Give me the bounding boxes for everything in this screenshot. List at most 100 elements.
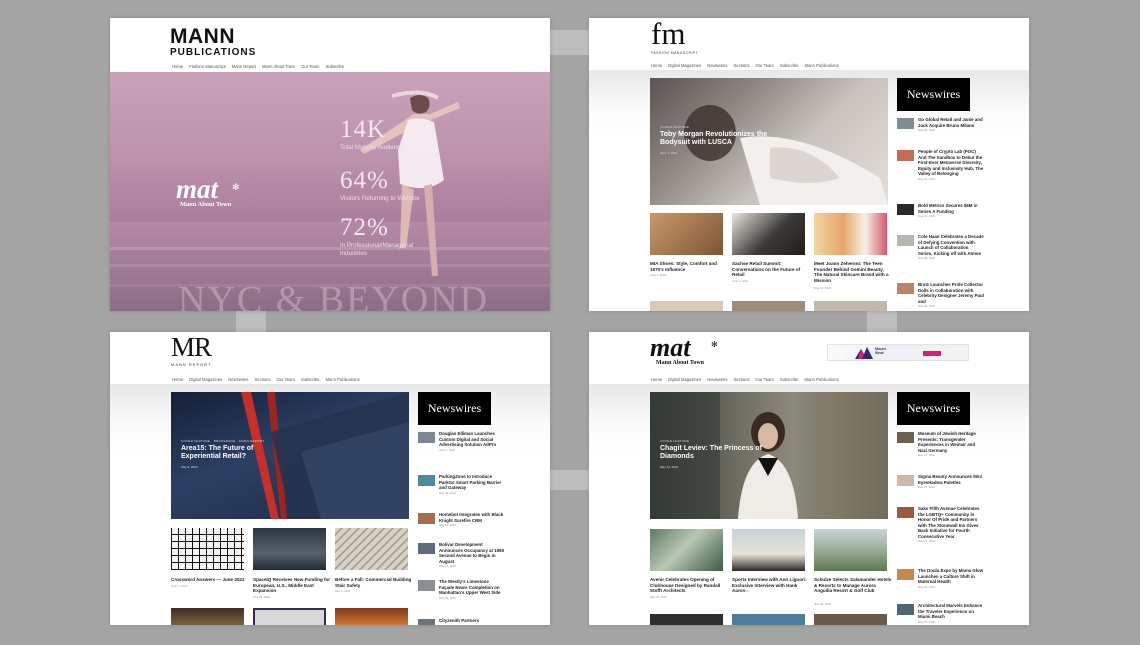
newswire-item[interactable]: Sigma Beauty Announces Mini EyesHadow Pa… [897,474,987,489]
main-nav: Home Digital Magazines Newswires Section… [651,377,839,382]
nav-sections[interactable]: Sections [733,63,749,68]
flower-icon: ✻ [711,340,718,349]
newswire-item[interactable]: Douglas Elliman Launches Custom Digital … [418,431,508,452]
nav-digital-magazines[interactable]: Digital Magazines [668,377,701,382]
article-card-title[interactable]: Crossword Answers — June 2022 [171,577,249,583]
newswire-item[interactable]: Saks Fifth Avenue Celebrates the LGBTQ+ … [897,506,987,543]
newswire-item[interactable]: Bolivar Development Announces Occupancy … [418,542,508,568]
newswire-item[interactable]: Cityzenith Partners [418,618,508,625]
nav-our-team[interactable]: Our Team [277,377,295,382]
newswire-thumbnail [897,283,914,294]
nav-fashion-manuscript[interactable]: Fashion Manuscript [189,64,226,69]
newswire-item[interactable]: Go Global Retail and Janie and Jack Acqu… [897,117,987,132]
newswire-thumbnail [897,150,914,161]
nav-newswires[interactable]: Newswires [707,377,727,382]
newswires-heading: Newswires [418,392,491,425]
nav-home[interactable]: Home [651,377,662,382]
mat-tagline: Mann About Town [656,360,705,366]
page-content: COVER FEATURE · BROKERAGE · MANN REPORT … [110,384,550,625]
fm-logo[interactable]: fm [651,18,685,49]
mann-report-panel: MR MANN REPORT Home Digital Magazines Ne… [110,332,550,625]
nav-mann-publications[interactable]: Mann Publications [804,377,838,382]
nav-newswires[interactable]: Newswires [228,377,248,382]
newswire-item[interactable]: Bold Metrics Secures $6M in Series A Fun… [897,203,987,218]
nav-mann-publications[interactable]: Mann Publications [804,63,838,68]
site-header: mat ✻ Mann About Town Mount Sinai Home D… [589,332,1029,384]
article-card-image[interactable] [732,213,805,255]
article-card-title[interactable]: MIA Shoes: Style, Comfort and 1970's Inf… [650,261,728,272]
mat-logo[interactable]: mat [650,335,690,361]
mr-logo-subtitle: MANN REPORT [171,362,212,367]
site-header: MANN PUBLICATIONS Home Fashion Manuscrip… [110,18,550,72]
nav-home[interactable]: Home [172,64,183,69]
mr-logo[interactable]: MR [171,334,212,361]
flower-icon: ✻ [232,182,240,192]
ad-cta-button[interactable] [923,351,941,356]
article-card-image[interactable] [814,529,887,571]
mat-logo[interactable]: mat [176,176,218,203]
nav-subscribe[interactable]: Subscribe [301,377,320,382]
newswire-item[interactable]: The Westly's Limestone Façade Nears Comp… [418,579,508,600]
newswire-thumbnail [897,507,914,518]
nav-digital-magazines[interactable]: Digital Magazines [189,377,222,382]
stat-professional-value: 72% [340,214,389,241]
nav-newswires[interactable]: Newswires [707,63,727,68]
hero-title[interactable]: Toby Morgan Revolutionizes the Bodysuit … [660,131,770,148]
article-card-title[interactable]: Schulze Selects Salamander Hotels & Reso… [814,577,892,594]
connector-mid-left [236,311,266,332]
hero-article[interactable]: COVER FEATURE Chagit Leviev: The Princes… [650,392,888,519]
hero-title[interactable]: Area15: The Future of Experiential Retai… [181,445,291,462]
article-card-title[interactable]: Avenir Celebrates Opening of Clubhouse D… [650,577,728,594]
nav-mann-about-town[interactable]: Mann About Town [262,64,295,69]
crossword-image[interactable] [171,528,244,570]
article-card-image[interactable] [650,213,723,255]
article-card-image[interactable] [732,529,805,571]
nav-subscribe[interactable]: Subscribe [780,63,799,68]
connector-top [550,30,589,55]
article-card-title[interactable]: Meet Joann Zeheroni: The Teen Founder Be… [814,261,892,284]
mann-publications-logo[interactable]: MANN PUBLICATIONS [170,26,256,58]
article-card-title[interactable]: SpaceIQ Receives New Funding for Europea… [253,577,331,594]
hero-article[interactable]: COVER FEATURE Toby Morgan Revolutionizes… [650,78,888,205]
nav-subscribe[interactable]: Subscribe [780,377,799,382]
newswire-item[interactable]: Bratz Launches Pride Collector Dolls in … [897,282,987,308]
connector-mid-right [867,311,897,332]
nav-mann-report[interactable]: Mann Report [232,64,256,69]
main-nav: Home Digital Magazines Newswires Section… [172,377,360,382]
newswire-item[interactable]: The Doula Expo by Mama Glow Launches a C… [897,568,987,589]
article-card-title[interactable]: Sachse Retail Summit: Conversations on t… [732,261,810,278]
nav-our-team[interactable]: Our Team [756,377,774,382]
nav-our-team[interactable]: Our Team [301,64,319,69]
connector-bottom [550,470,589,490]
newswire-item[interactable]: Museum of Jewish Heritage Presents: Tran… [897,431,987,457]
article-card-image[interactable] [650,529,723,571]
hero-title[interactable]: Chagit Leviev: The Princess of Diamonds [660,445,770,462]
article-card-image[interactable] [335,528,408,570]
nav-subscribe[interactable]: Subscribe [325,64,344,69]
nav-home[interactable]: Home [651,63,662,68]
newswire-item[interactable]: Homebot Integrates with Black Knight Sur… [418,512,508,527]
newswire-item[interactable]: People of Crypto Lab (POC) And The Sandb… [897,149,987,181]
nav-home[interactable]: Home [172,377,183,382]
newswire-thumbnail [897,569,914,580]
newswire-item[interactable]: ParkingZone to Introduce ParkGo Smart Pa… [418,474,508,495]
newswire-item[interactable]: Cole Haan Celebrates a Decade of Defying… [897,234,987,260]
nav-mann-publications[interactable]: Mann Publications [325,377,359,382]
advertisement-banner[interactable]: Mount Sinai [827,344,969,361]
mann-publications-panel: MANN PUBLICATIONS Home Fashion Manuscrip… [110,18,550,311]
newswire-thumbnail [418,543,435,554]
article-card-image[interactable] [253,528,326,570]
stat-professional-label: In Professional/Managerial Industries [340,242,414,257]
newswire-thumbnail [897,204,914,215]
newswire-thumbnail [418,432,435,443]
newswire-thumbnail [418,475,435,486]
article-card-image[interactable] [814,213,887,255]
newswire-item[interactable]: Architectural Marvels Enhance the Travel… [897,603,987,624]
nav-sections[interactable]: Sections [254,377,270,382]
nav-our-team[interactable]: Our Team [756,63,774,68]
nav-digital-magazines[interactable]: Digital Magazines [668,63,701,68]
article-card-title[interactable]: Before a Fall: Commercial Building Stair… [335,577,413,588]
hero-banner: mat ✻ Mann About Town 14K Total Monthly … [110,72,550,311]
nav-sections[interactable]: Sections [733,377,749,382]
hero-article[interactable]: COVER FEATURE · BROKERAGE · MANN REPORT … [171,392,409,519]
